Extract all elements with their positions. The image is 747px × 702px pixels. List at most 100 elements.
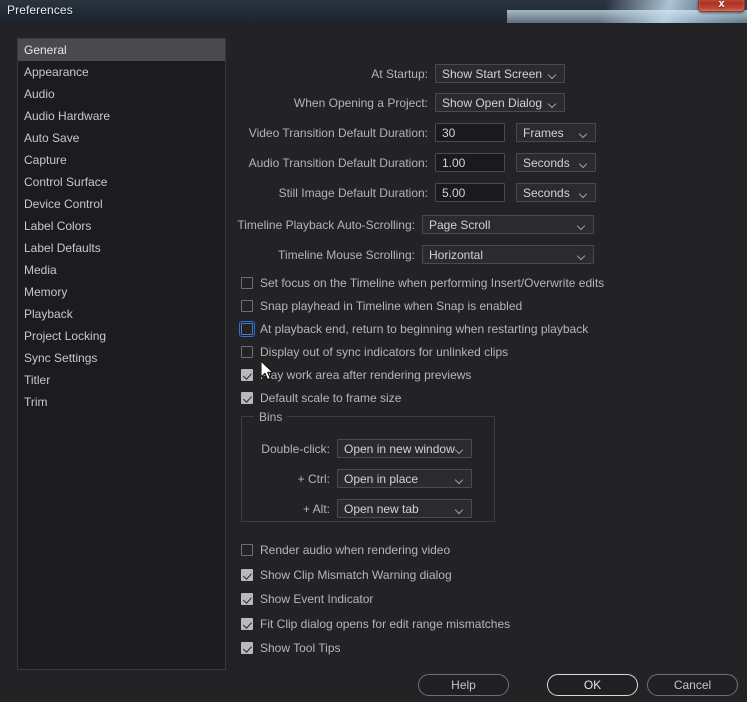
- sidebar-item-titler[interactable]: Titler: [18, 369, 225, 391]
- label-when-opening-project: When Opening a Project:: [293, 95, 428, 110]
- chevron-down-icon: [580, 191, 588, 196]
- checkbox-row[interactable]: Display out of sync indicators for unlin…: [241, 343, 508, 361]
- chevron-down-icon: [580, 161, 588, 166]
- video-transition-unit-value: Frames: [523, 125, 564, 140]
- bins-row-select[interactable]: Open new tab: [337, 499, 472, 518]
- sidebar-item-label: Trim: [24, 395, 48, 409]
- bins-row-select[interactable]: Open in place: [337, 469, 472, 488]
- row-when-opening-project: When Opening a Project: Show Open Dialog: [232, 92, 565, 113]
- sidebar-item-memory[interactable]: Memory: [18, 281, 225, 303]
- bins-row-select[interactable]: Open in new window: [337, 439, 472, 458]
- label-mouse-scrolling: Timeline Mouse Scrolling:: [278, 247, 415, 262]
- window-title-bar: Preferences x: [0, 0, 747, 23]
- chevron-down-icon: [549, 72, 557, 77]
- checkbox-label: Set focus on the Timeline when performin…: [260, 276, 605, 290]
- sidebar-item-label: Playback: [24, 307, 73, 321]
- checkbox-row[interactable]: Show Clip Mismatch Warning dialog: [241, 566, 452, 584]
- checkbox-row[interactable]: Set focus on the Timeline when performin…: [241, 274, 604, 292]
- row-still-image-duration: Still Image Default Duration: 5.00 Secon…: [232, 182, 596, 203]
- sidebar-item-trim[interactable]: Trim: [18, 391, 225, 413]
- sidebar-item-label: Media: [24, 263, 57, 277]
- sidebar-item-general[interactable]: General: [18, 39, 225, 61]
- video-transition-duration-input[interactable]: 30: [435, 123, 505, 142]
- checkbox-checked-icon[interactable]: [241, 642, 253, 654]
- checkbox-unchecked-icon[interactable]: [241, 300, 253, 312]
- checkbox-label: Play work area after rendering previews: [260, 368, 472, 382]
- audio-transition-duration-input[interactable]: 1.00: [435, 153, 505, 172]
- still-image-duration-input[interactable]: 5.00: [435, 183, 505, 202]
- checkbox-label: Show Tool Tips: [260, 641, 341, 655]
- checkbox-checked-icon[interactable]: [241, 617, 253, 630]
- sidebar-item-playback[interactable]: Playback: [18, 303, 225, 325]
- sidebar-item-label: Titler: [24, 373, 51, 387]
- chevron-down-icon: [456, 477, 464, 482]
- checkbox-checked-icon[interactable]: [241, 369, 253, 381]
- sidebar-item-label-defaults[interactable]: Label Defaults: [18, 237, 225, 259]
- bins-row-label: + Ctrl:: [297, 471, 330, 486]
- checkbox-unchecked-icon[interactable]: [241, 544, 253, 556]
- still-image-unit-select[interactable]: Seconds: [516, 183, 596, 202]
- checkbox-unchecked-icon[interactable]: [239, 321, 255, 337]
- sidebar-item-label: Sync Settings: [24, 351, 98, 365]
- sidebar-item-auto-save[interactable]: Auto Save: [18, 127, 225, 149]
- close-icon[interactable]: x: [698, 0, 745, 12]
- sidebar-item-project-locking[interactable]: Project Locking: [18, 325, 225, 347]
- when-opening-project-select[interactable]: Show Open Dialog: [435, 93, 565, 112]
- checkbox-row[interactable]: Play work area after rendering previews: [241, 366, 471, 384]
- bins-row-value: Open in place: [344, 471, 419, 486]
- audio-transition-unit-select[interactable]: Seconds: [516, 153, 596, 172]
- chevron-down-icon: [578, 253, 586, 258]
- sidebar-item-label-colors[interactable]: Label Colors: [18, 215, 225, 237]
- video-transition-unit-select[interactable]: Frames: [516, 123, 596, 142]
- dialog-body: General Appearance Audio Audio Hardware Auto…: [0, 23, 747, 702]
- checkbox-unchecked-icon[interactable]: [241, 277, 253, 289]
- sidebar-item-label: General: [24, 43, 67, 57]
- row-auto-scrolling: Timeline Playback Auto-Scrolling: Page S…: [232, 214, 594, 235]
- sidebar-item-audio[interactable]: Audio: [18, 83, 225, 105]
- sidebar-item-device-control[interactable]: Device Control: [18, 193, 225, 215]
- checkbox-label: Show Event Indicator: [260, 592, 374, 606]
- sidebar-item-label: Capture: [24, 153, 67, 167]
- checkbox-row[interactable]: Snap playhead in Timeline when Snap is e…: [241, 297, 522, 315]
- chevron-down-icon: [456, 507, 464, 512]
- checkbox-unchecked-icon[interactable]: [241, 346, 253, 358]
- category-list[interactable]: General Appearance Audio Audio Hardware Auto…: [17, 38, 226, 670]
- bins-group: Bins Double-click: Open in new window + Ct…: [241, 410, 495, 522]
- checkbox-row[interactable]: At playback end, return to beginning whe…: [239, 320, 588, 338]
- at-startup-select[interactable]: Show Start Screen: [435, 64, 565, 83]
- checkbox-row[interactable]: Fit Clip dialog opens for edit range mis…: [241, 615, 510, 633]
- bins-row-value: Open in new window: [344, 441, 455, 456]
- mouse-scrolling-select[interactable]: Horizontal: [422, 245, 594, 264]
- sidebar-item-audio-hardware[interactable]: Audio Hardware: [18, 105, 225, 127]
- sidebar-item-sync-settings[interactable]: Sync Settings: [18, 347, 225, 369]
- row-at-startup: At Startup: Show Start Screen: [232, 63, 565, 84]
- sidebar-item-capture[interactable]: Capture: [18, 149, 225, 171]
- checkbox-label: Show Clip Mismatch Warning dialog: [260, 567, 452, 582]
- label-audio-transition-duration: Audio Transition Default Duration:: [248, 155, 428, 170]
- label-video-transition-duration: Video Transition Default Duration:: [248, 125, 428, 140]
- at-startup-value: Show Start Screen: [442, 66, 543, 81]
- sidebar-item-control-surface[interactable]: Control Surface: [18, 171, 225, 193]
- sidebar-item-label: Device Control: [24, 197, 103, 211]
- cancel-button[interactable]: Cancel: [647, 674, 738, 696]
- chevron-down-icon: [549, 101, 557, 106]
- auto-scrolling-select[interactable]: Page Scroll: [422, 215, 594, 234]
- sidebar-item-media[interactable]: Media: [18, 259, 225, 281]
- checkbox-row[interactable]: Show Tool Tips: [241, 639, 341, 657]
- help-button[interactable]: Help: [418, 674, 509, 696]
- sidebar-item-label: Appearance: [24, 65, 89, 79]
- checkbox-row[interactable]: Render audio when rendering video: [241, 541, 450, 559]
- bins-row-label: Double-click:: [261, 441, 330, 456]
- bins-group-title: Bins: [254, 410, 288, 424]
- checkbox-checked-icon[interactable]: [241, 568, 253, 581]
- checkbox-row[interactable]: Show Event Indicator: [241, 590, 373, 608]
- ok-button[interactable]: OK: [547, 674, 638, 696]
- checkbox-row[interactable]: Default scale to frame size: [241, 389, 401, 407]
- bins-row-label: + Alt:: [302, 501, 330, 516]
- sidebar-item-appearance[interactable]: Appearance: [18, 61, 225, 83]
- sidebar-item-label: Label Colors: [24, 219, 92, 233]
- checkbox-checked-icon[interactable]: [241, 593, 253, 605]
- checkbox-checked-icon[interactable]: [241, 392, 253, 404]
- general-settings-pane: At Startup: Show Start Screen When Openi…: [232, 38, 732, 670]
- sidebar-item-label: Project Locking: [24, 329, 107, 343]
